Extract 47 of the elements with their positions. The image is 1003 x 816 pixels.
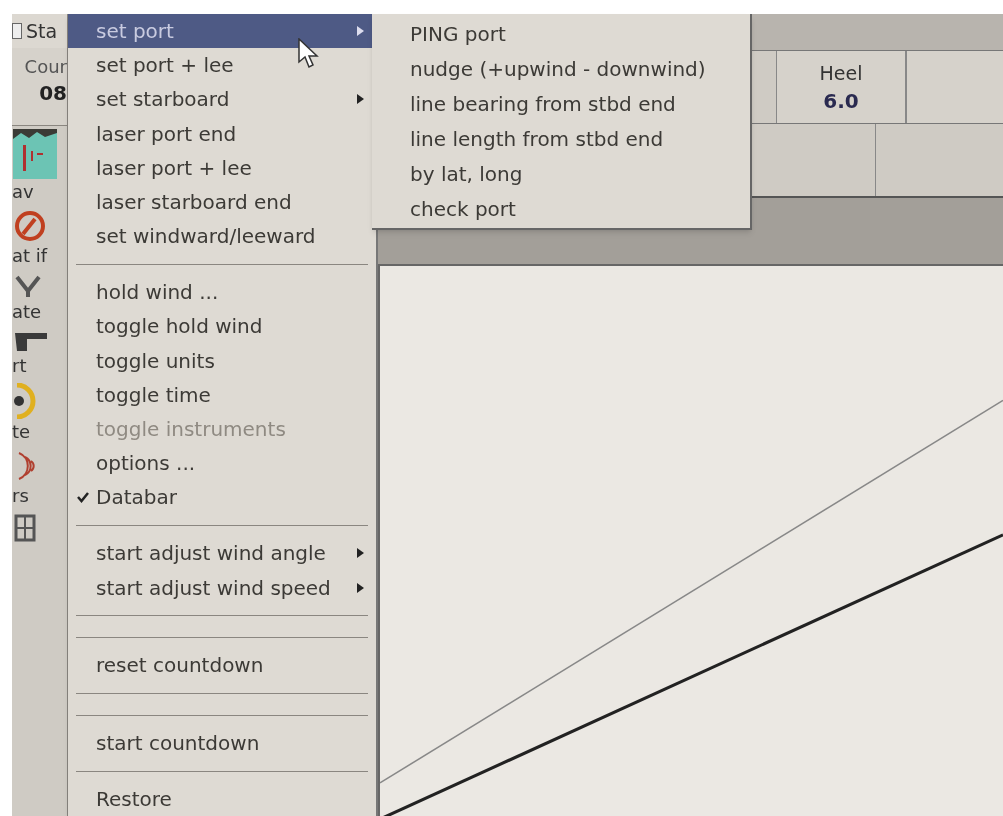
mouse-cursor-icon <box>298 38 320 70</box>
tool-label: at if <box>12 245 48 267</box>
instrument-value: 6.0 <box>823 88 859 115</box>
submenu-arrow-icon <box>357 26 364 37</box>
tool-label: rt <box>12 355 27 377</box>
fork-icon <box>13 273 43 299</box>
ring-icon <box>13 209 47 243</box>
menu-item[interactable]: options ... <box>68 446 376 481</box>
menu-item[interactable]: laser port end <box>68 116 376 151</box>
readout-value: 08 <box>39 80 67 106</box>
submenu-item[interactable]: nudge (+upwind - downwind) <box>410 51 750 86</box>
tool-label: av <box>12 181 34 203</box>
submenu-arrow-icon <box>357 548 364 559</box>
menu-item[interactable]: toggle hold wind <box>68 309 376 344</box>
tool-label: rs <box>12 485 29 507</box>
submenu-item[interactable]: by lat, long <box>410 156 750 191</box>
submenu-arrow-icon <box>357 582 364 593</box>
menu-item[interactable]: set windward/leeward <box>68 219 376 254</box>
menu-item[interactable]: start adjust wind speed <box>68 570 376 605</box>
submenu-item[interactable]: line length from stbd end <box>410 121 750 156</box>
menu-item[interactable]: reset countdown <box>68 648 376 683</box>
instrument-label: Heel <box>819 61 863 86</box>
menu-item[interactable]: toggle time <box>68 377 376 412</box>
grid-icon <box>13 513 37 543</box>
tool-button[interactable] <box>12 513 37 543</box>
menu-item[interactable]: start countdown <box>68 725 376 761</box>
readout-label: Cour <box>24 55 67 79</box>
menu-item[interactable]: Databar <box>68 480 376 515</box>
menu-item[interactable]: laser port + lee <box>68 150 376 185</box>
tool-button[interactable] <box>12 129 57 179</box>
submenu-arrow-icon <box>357 94 364 105</box>
toolbar-label: Sta <box>26 21 58 41</box>
tool-label: te <box>12 421 31 443</box>
menu-item[interactable]: toggle units <box>68 343 376 378</box>
menu-item[interactable]: set starboard <box>68 82 376 117</box>
submenu-item[interactable]: PING port <box>410 16 750 51</box>
submenu-item[interactable]: line bearing from stbd end <box>410 86 750 121</box>
menu-item[interactable]: hold wind ... <box>68 275 376 310</box>
checkbox[interactable] <box>12 23 22 39</box>
submenu-item[interactable]: check port <box>410 191 750 226</box>
chart-icon <box>13 129 57 179</box>
menu-item[interactable]: set port + lee <box>68 48 376 83</box>
tool-label: ate <box>12 301 42 323</box>
menu-item[interactable]: start adjust wind angle <box>68 536 376 571</box>
checkmark-icon <box>77 491 89 504</box>
menu-item[interactable]: Restore <box>68 781 376 816</box>
menu-item[interactable]: laser starboard end <box>68 184 376 220</box>
